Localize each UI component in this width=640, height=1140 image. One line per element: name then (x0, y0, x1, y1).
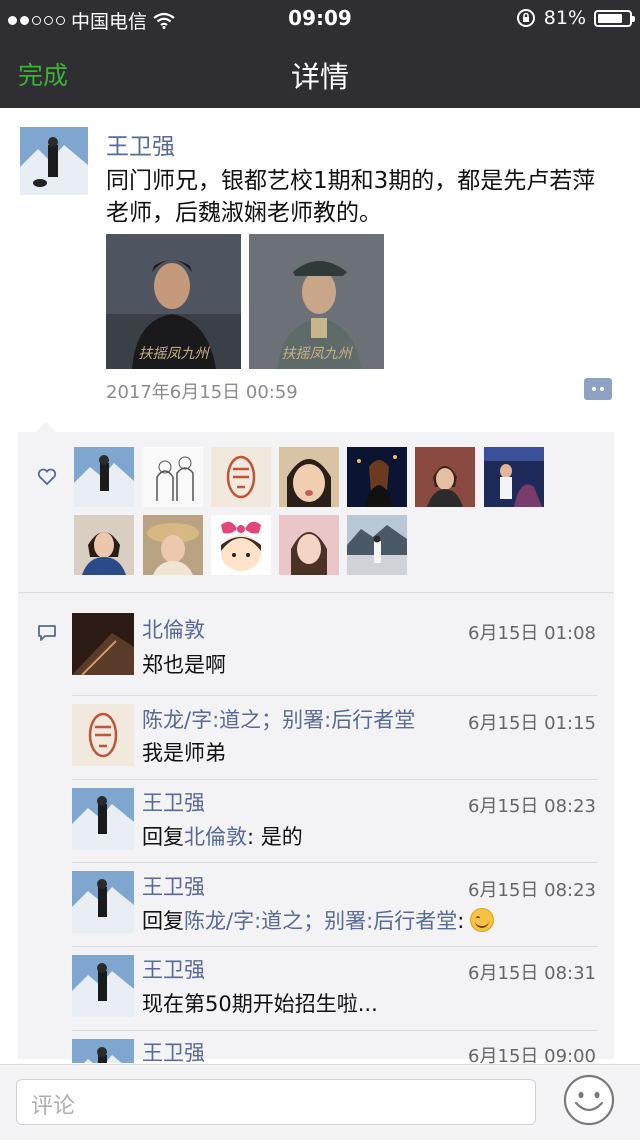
comment-text: 回复北倫敦: 是的 (142, 821, 303, 851)
photo-caption: 扶摇凤九州 (138, 346, 209, 362)
reply-prefix: 回复 (142, 909, 184, 933)
reply-to-name[interactable]: 陈龙/字:道之；别署:后行者堂 (184, 909, 457, 933)
comment-options-icon[interactable] (584, 378, 612, 400)
reply-to-name[interactable]: 北倫敦 (184, 825, 247, 849)
post-author-avatar[interactable] (20, 127, 88, 195)
like-avatar[interactable] (143, 447, 203, 507)
comment-divider (72, 695, 598, 696)
comment-time: 6月15日 08:31 (468, 963, 596, 984)
comment-text: 我是师弟 (142, 741, 226, 765)
like-avatar[interactable] (143, 515, 203, 575)
reply-body: : 是的 (247, 825, 303, 849)
reply-prefix: 回复 (142, 825, 184, 849)
comment-time: 6月15日 08:23 (468, 880, 596, 901)
reply-body: : (457, 909, 465, 933)
like-avatar[interactable] (211, 447, 271, 507)
post-author-name[interactable]: 王卫强 (106, 127, 175, 161)
comment-icon (38, 625, 56, 641)
likes-divider (18, 592, 614, 593)
battery-icon (594, 9, 635, 27)
panel-arrow (36, 422, 56, 432)
comment-avatar[interactable] (72, 704, 134, 766)
comment-divider (72, 1030, 598, 1031)
comment-author[interactable]: 北倫敦 (142, 614, 205, 644)
comment-text: 现在第50期开始招生啦... (142, 992, 378, 1016)
comment-avatar[interactable] (72, 788, 134, 850)
heart-icon (37, 468, 57, 486)
status-right: 81% (516, 7, 635, 29)
comment-author[interactable]: 王卫强 (142, 1037, 205, 1067)
like-avatar[interactable] (347, 447, 407, 507)
post-text: 同门师兄，银都艺校1期和3期的，都是先卢若萍老师，后魏淑娴老师教的。 (106, 168, 596, 226)
comment-avatar[interactable] (72, 955, 134, 1017)
post-photo-2[interactable]: 扶摇凤九州 (249, 234, 384, 369)
comment-divider (72, 946, 598, 947)
like-avatar[interactable] (484, 447, 544, 507)
photo-caption: 扶摇凤九州 (281, 346, 352, 362)
comment-input[interactable]: 评论 (16, 1079, 536, 1125)
comment-avatar[interactable] (72, 871, 134, 933)
comment-time: 6月15日 08:23 (468, 796, 596, 817)
comment-avatar[interactable] (72, 613, 134, 675)
comment-time: 6月15日 01:15 (468, 713, 596, 734)
smile-emoji-icon (470, 908, 495, 932)
like-avatar[interactable] (279, 515, 339, 575)
like-avatar[interactable] (74, 447, 134, 507)
like-avatar[interactable] (347, 515, 407, 575)
comment-divider (72, 779, 598, 780)
comment-author[interactable]: 陈龙/字:道之；别署:后行者堂 (142, 704, 415, 734)
like-avatar[interactable] (279, 447, 339, 507)
comment-avatar[interactable] (72, 1039, 134, 1063)
top-bar: 中国电信 09:09 81% 完成 详情 (0, 0, 640, 108)
emoji-button-icon[interactable] (560, 1071, 618, 1129)
post-photo-1[interactable]: 扶摇凤九州 (106, 234, 241, 369)
rotation-lock-icon (516, 9, 535, 27)
post-timestamp: 2017年6月15日 00:59 (106, 382, 298, 403)
comment-time: 6月15日 01:08 (468, 623, 596, 644)
nav-bar: 完成 详情 (0, 40, 640, 106)
comment-author[interactable]: 王卫强 (142, 871, 205, 901)
like-avatar[interactable] (211, 515, 271, 575)
page-title: 详情 (290, 60, 349, 94)
comment-author[interactable]: 王卫强 (142, 787, 205, 817)
like-avatar[interactable] (415, 447, 475, 507)
battery-percent: 81% (543, 7, 586, 29)
like-avatar[interactable] (74, 515, 134, 575)
comment-bar: 评论 (0, 1064, 640, 1140)
comment-divider (72, 862, 598, 863)
comment-author[interactable]: 王卫强 (142, 954, 205, 984)
status-bar: 中国电信 09:09 81% (0, 0, 640, 36)
comment-text: 郑也是啊 (142, 653, 226, 677)
comment-text: 回复陈龙/字:道之；别署:后行者堂: (142, 905, 495, 935)
